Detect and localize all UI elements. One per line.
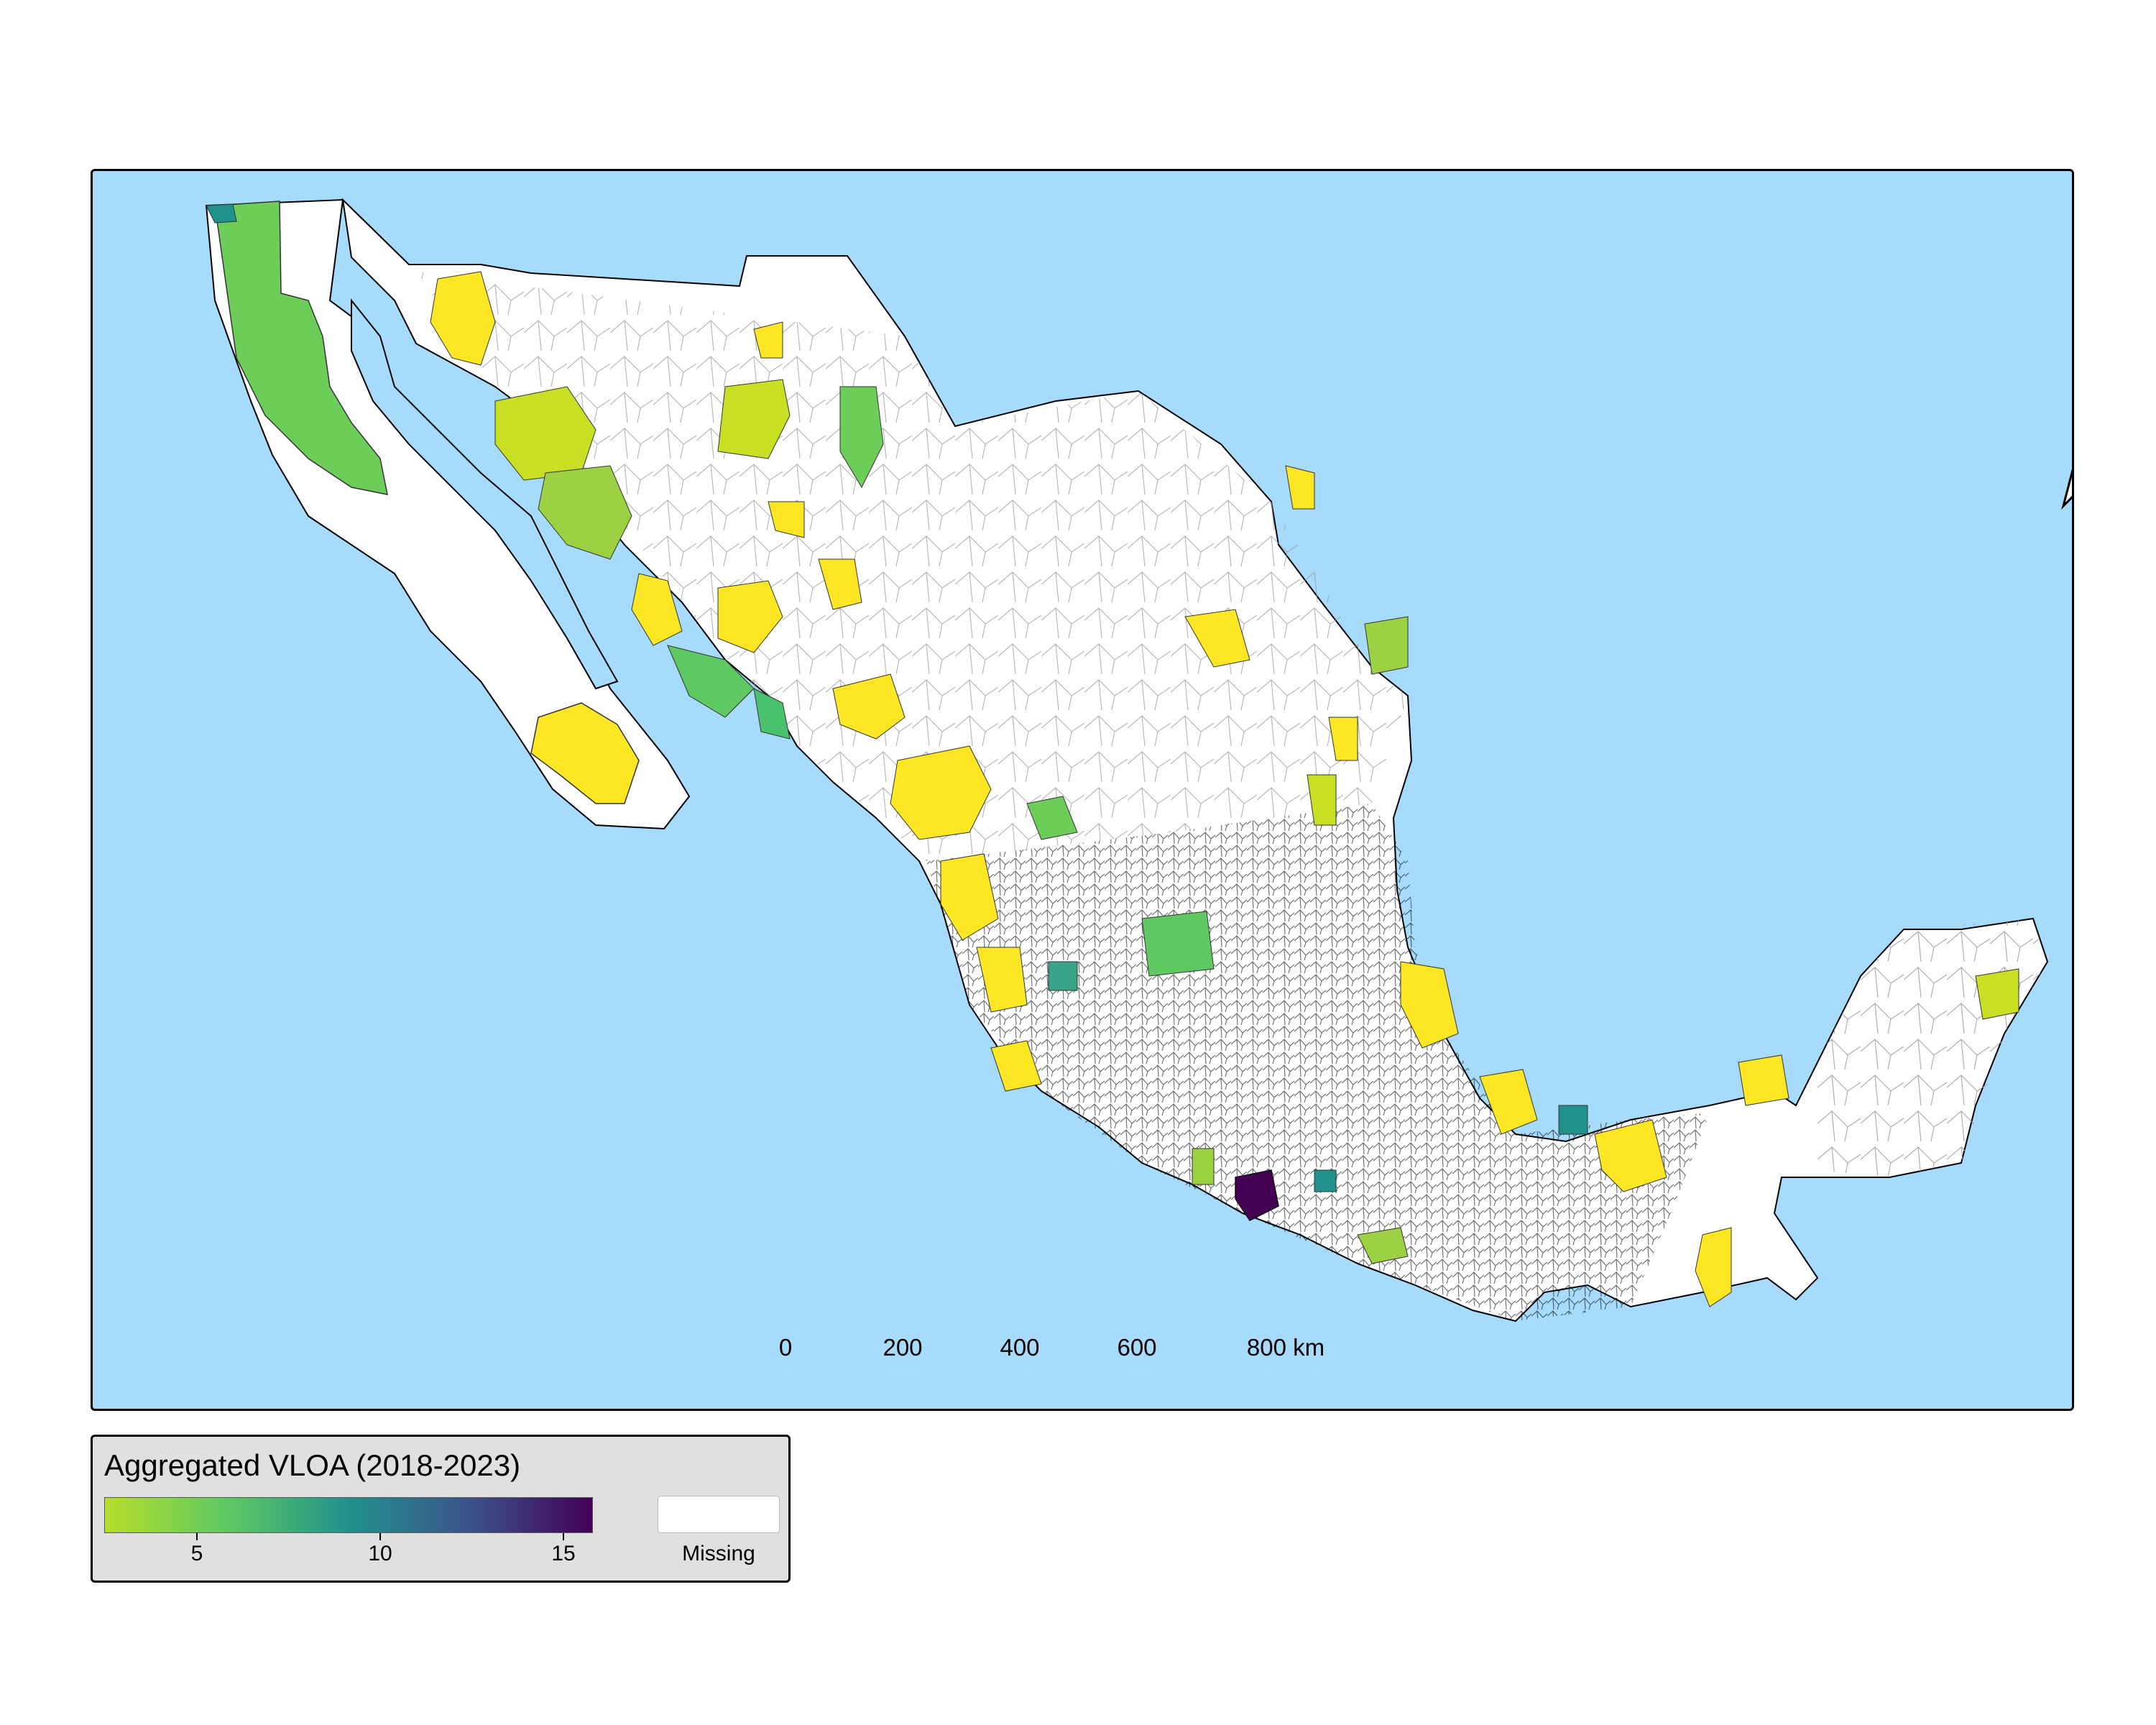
region-quintana-roo-1 <box>1975 968 2019 1020</box>
region-michoacan-1 <box>1048 961 1078 991</box>
legend-missing-label: Missing <box>682 1542 755 1565</box>
scale-label-600: 600 <box>1117 1334 1157 1361</box>
legend-tick-5: 5 <box>190 1542 203 1565</box>
legend-tick-mark-15 <box>563 1533 564 1540</box>
legend-title: Aggregated VLOA (2018-2023) <box>104 1448 521 1482</box>
scale-label-800: 800 km <box>1246 1334 1325 1361</box>
municipal-boundaries-yucatan <box>1818 919 2047 1177</box>
region-oaxaca-2 <box>1558 1105 1588 1135</box>
region-tamaulipas-1 <box>1285 465 1315 510</box>
legend-tick-mark-5 <box>196 1533 198 1540</box>
legend: Aggregated VLOA (2018-2023) 5 10 15 Miss… <box>91 1435 791 1583</box>
region-guanajuato-1 <box>1141 911 1215 977</box>
legend-tick-10: 10 <box>368 1542 392 1565</box>
mexico-map <box>205 198 2049 1322</box>
legend-tick-15: 15 <box>551 1542 576 1565</box>
municipal-boundaries-central <box>926 804 1710 1321</box>
map-panel: N 0 200 400 600 800 km <box>91 169 2074 1411</box>
north-arrow-icon <box>2061 469 2072 510</box>
region-guerrero-2 <box>1192 1148 1215 1185</box>
legend-missing-swatch <box>658 1496 780 1533</box>
legend-tick-mark-10 <box>379 1533 381 1540</box>
legend-color-gradient <box>104 1497 593 1533</box>
region-campeche-1 <box>1738 1054 1789 1106</box>
north-label: N <box>2073 384 2074 412</box>
scale-label-0: 0 <box>778 1334 793 1361</box>
region-tamaulipas-2 <box>1364 616 1409 675</box>
scale-label-200: 200 <box>883 1334 923 1361</box>
scale-label-400: 400 <box>1000 1334 1040 1361</box>
region-guerrero-3 <box>1314 1169 1337 1192</box>
